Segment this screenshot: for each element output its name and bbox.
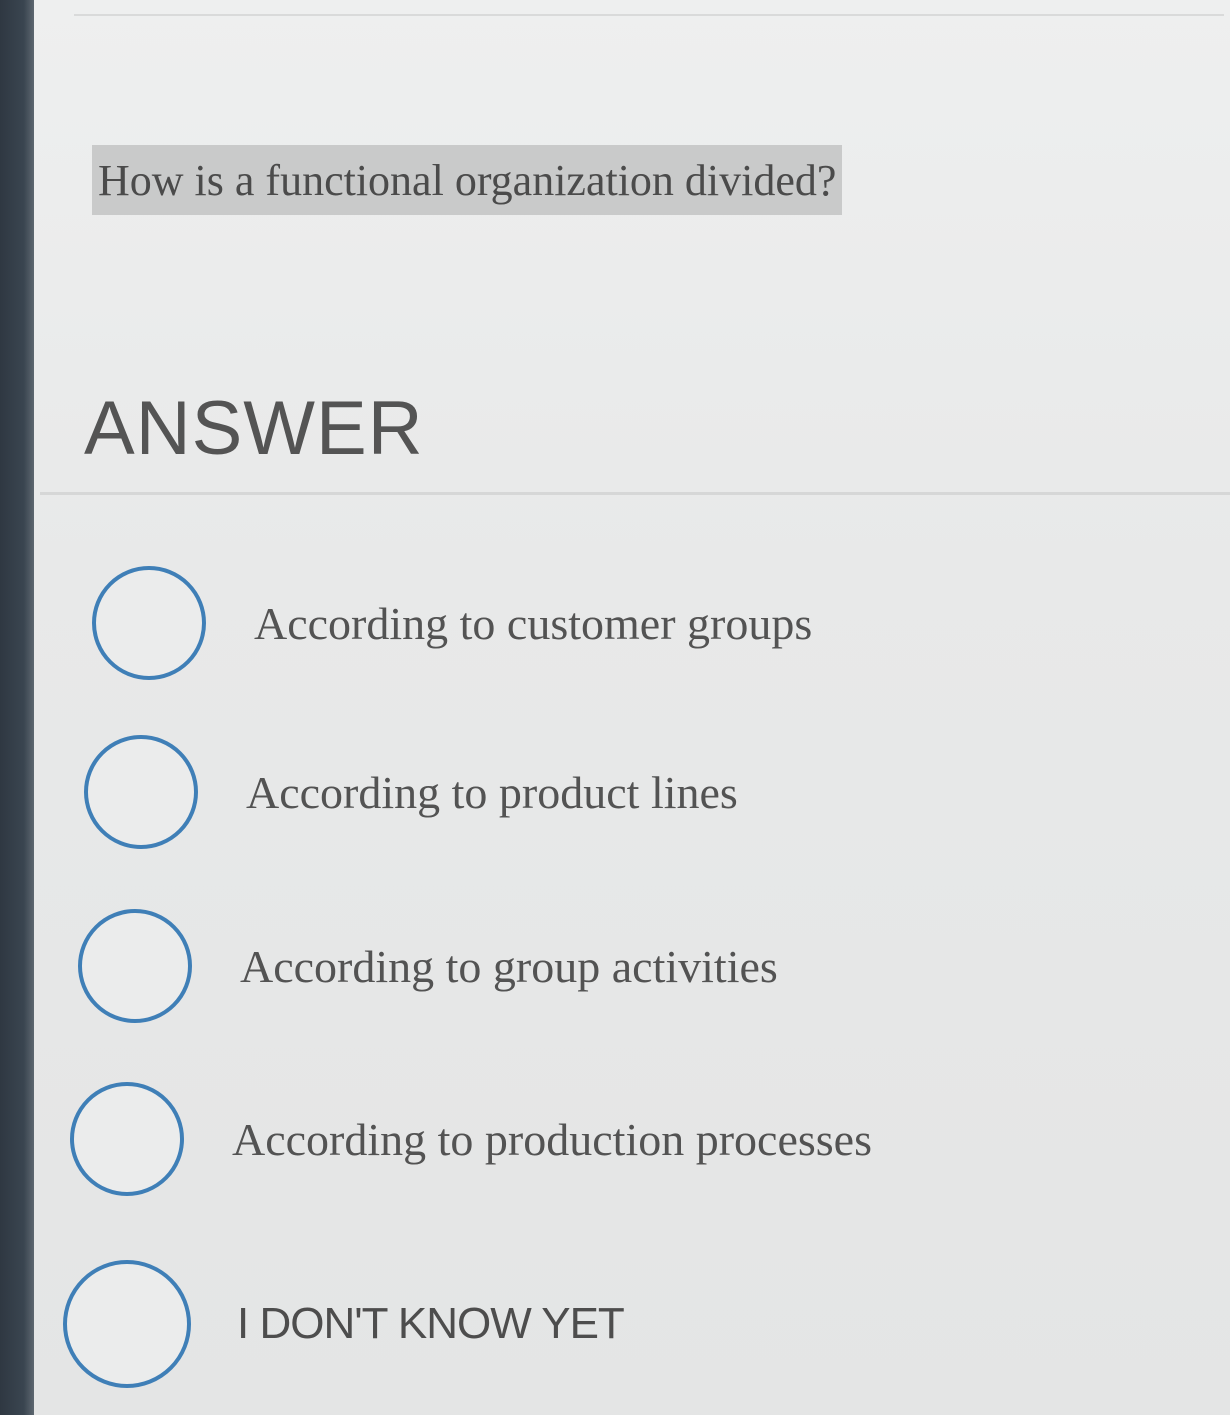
option-label: I DON'T KNOW YET: [237, 1299, 625, 1348]
answer-option-customer-groups[interactable]: According to customer groups: [92, 566, 812, 680]
option-label: According to product lines: [246, 766, 738, 818]
option-label: According to group activities: [240, 940, 778, 992]
top-divider: [74, 14, 1224, 16]
answer-option-group-activities[interactable]: According to group activities: [78, 909, 778, 1023]
screen-bezel: [0, 0, 34, 1415]
answer-option-dont-know-yet[interactable]: I DON'T KNOW YET: [63, 1260, 625, 1388]
answer-option-product-lines[interactable]: According to product lines: [84, 735, 738, 849]
radio-button[interactable]: [70, 1082, 184, 1196]
radio-button[interactable]: [84, 735, 198, 849]
radio-button[interactable]: [63, 1260, 191, 1388]
option-label: According to customer groups: [254, 597, 813, 649]
radio-button[interactable]: [78, 909, 192, 1023]
radio-button[interactable]: [92, 566, 206, 680]
answer-divider: [40, 492, 1230, 495]
answer-option-production-processes[interactable]: According to production processes: [70, 1082, 872, 1196]
question-text: How is a functional organization divided…: [92, 145, 843, 215]
option-label: According to production processes: [232, 1113, 873, 1165]
answer-heading: ANSWER: [84, 386, 424, 471]
